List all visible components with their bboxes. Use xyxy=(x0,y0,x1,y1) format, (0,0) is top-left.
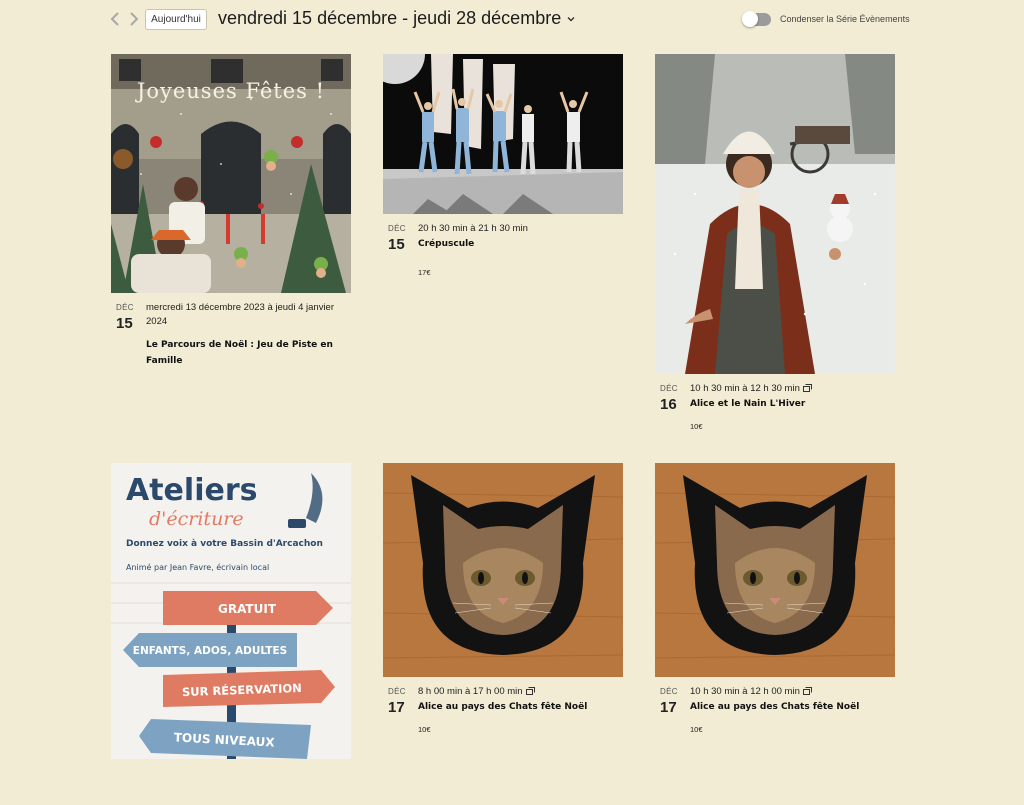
event-title[interactable]: Alice au pays des Chats fête Noël xyxy=(418,699,618,715)
event-title[interactable]: Alice au pays des Chats fête Noël xyxy=(690,699,890,715)
event-title[interactable]: Alice et le Nain L'Hiver xyxy=(690,396,890,412)
condense-series-label: Condenser la Série Évènements xyxy=(780,14,910,24)
calendar-toolbar: Aujourd'hui vendredi 15 décembre - jeudi… xyxy=(0,0,1024,40)
event-title[interactable]: Crépuscule xyxy=(418,236,618,252)
event-price: 10€ xyxy=(690,422,703,431)
event-card: DÉC 16 10 h 30 min à 12 h 30 min Alice e… xyxy=(655,54,895,502)
event-time: 20 h 30 min à 21 h 30 min xyxy=(418,223,528,234)
event-time: mercredi 13 décembre 2023 à jeudi 4 janv… xyxy=(146,302,334,327)
event-time: 10 h 30 min à 12 h 30 min xyxy=(690,382,895,396)
event-month: DÉC xyxy=(660,687,678,696)
event-day: 16 xyxy=(660,396,677,413)
event-price: 10€ xyxy=(418,725,431,734)
event-day: 15 xyxy=(388,236,405,253)
event-time-text: 8 h 00 min à 17 h 00 min xyxy=(418,686,523,697)
chevron-down-icon xyxy=(567,16,575,21)
event-title[interactable]: Le Parcours de Noël : Jeu de Piste en Fa… xyxy=(146,337,346,369)
poster-host: Animé par Jean Favre, écrivain local xyxy=(126,562,269,572)
event-image[interactable]: GRATUIT ENFANTS, ADOS, ADULTES SUR RÉSER… xyxy=(111,463,351,759)
sign-text: GRATUIT xyxy=(218,602,277,616)
event-time-text: 10 h 30 min à 12 h 00 min xyxy=(690,686,800,697)
event-card: GRATUIT ENFANTS, ADOS, ADULTES SUR RÉSER… xyxy=(111,463,351,759)
event-image[interactable] xyxy=(655,463,895,677)
event-image[interactable]: Joyeuses Fêtes ! xyxy=(111,54,351,293)
event-time: 8 h 00 min à 17 h 00 min xyxy=(418,685,623,699)
date-range-picker[interactable]: vendredi 15 décembre - jeudi 28 décembre xyxy=(218,8,576,29)
recurring-series-icon xyxy=(802,384,812,392)
today-button[interactable]: Aujourd'hui xyxy=(145,9,207,30)
event-card: DÉC 17 10 h 30 min à 12 h 00 min Alice a… xyxy=(655,463,895,805)
event-card: Joyeuses Fêtes ! DÉC 15 mercredi 13 déce… xyxy=(111,54,351,421)
date-range-label: vendredi 15 décembre - jeudi 28 décembre xyxy=(218,8,562,28)
poster-text: Joyeuses Fêtes ! xyxy=(135,79,325,103)
event-time: 10 h 30 min à 12 h 00 min xyxy=(690,685,895,699)
condense-series-toggle[interactable] xyxy=(742,11,771,27)
recurring-series-icon xyxy=(802,687,812,695)
event-card: DÉC 15 20 h 30 min à 21 h 30 min Crépusc… xyxy=(383,54,623,342)
event-month: DÉC xyxy=(388,687,406,696)
next-period-icon[interactable] xyxy=(125,10,141,28)
recurring-series-icon xyxy=(525,687,535,695)
previous-period-icon[interactable] xyxy=(108,10,124,28)
event-price: 10€ xyxy=(690,725,703,734)
event-day: 15 xyxy=(116,315,133,332)
event-price: 17€ xyxy=(418,268,431,277)
event-month: DÉC xyxy=(116,303,134,312)
poster-tagline: Donnez voix à votre Bassin d'Arcachon xyxy=(126,539,323,549)
event-image[interactable] xyxy=(383,54,623,214)
poster-title: Ateliers xyxy=(126,473,257,508)
sign-text: ENFANTS, ADOS, ADULTES xyxy=(133,645,287,657)
event-image[interactable] xyxy=(655,54,895,374)
event-time-text: 10 h 30 min à 12 h 30 min xyxy=(690,383,800,394)
event-month: DÉC xyxy=(660,384,678,393)
event-day: 17 xyxy=(660,699,677,716)
poster-subtitle: d'écriture xyxy=(149,508,244,530)
event-month: DÉC xyxy=(388,224,406,233)
event-day: 17 xyxy=(388,699,405,716)
event-image[interactable] xyxy=(383,463,623,677)
event-card: DÉC 17 8 h 00 min à 17 h 00 min Alice au… xyxy=(383,463,623,805)
